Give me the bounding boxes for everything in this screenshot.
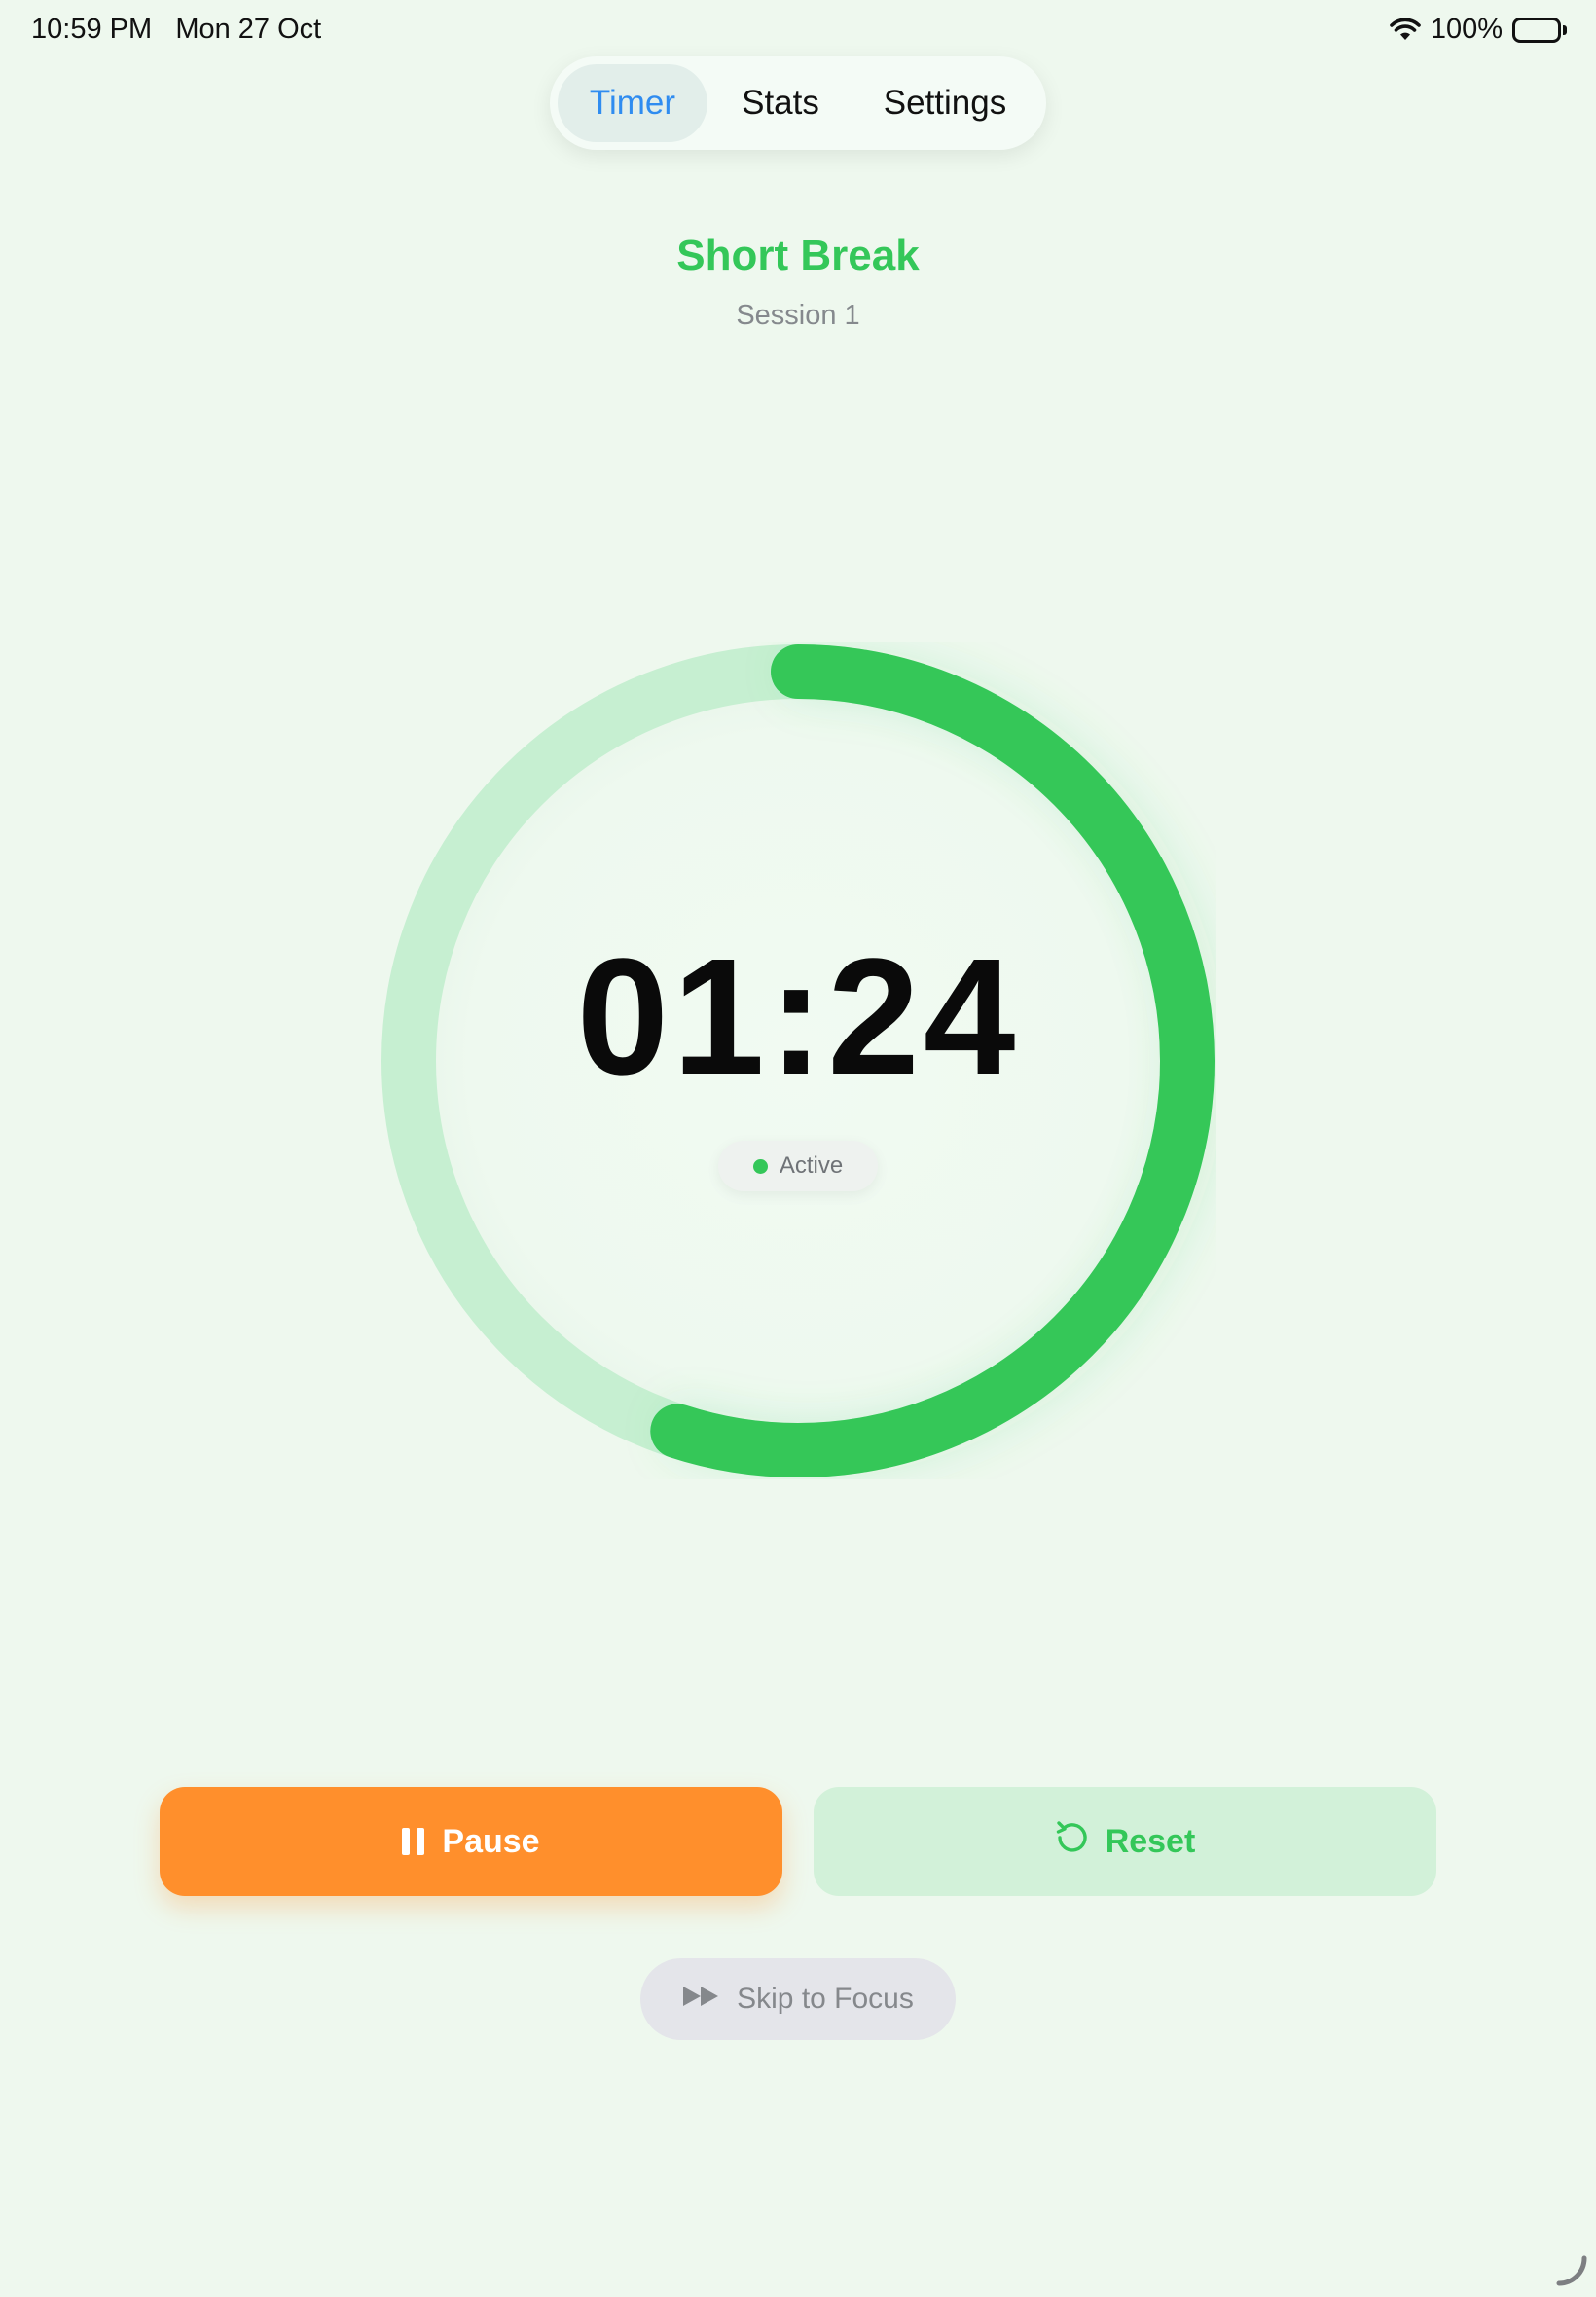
status-badge: Active bbox=[718, 1141, 878, 1191]
tab-settings[interactable]: Settings bbox=[853, 64, 1036, 142]
reset-button[interactable]: Reset bbox=[814, 1787, 1436, 1896]
tab-bar: Timer Stats Settings bbox=[550, 56, 1046, 150]
tab-timer[interactable]: Timer bbox=[558, 64, 707, 142]
battery-icon bbox=[1512, 17, 1567, 43]
status-dot bbox=[752, 1158, 768, 1174]
mode-title: Short Break bbox=[676, 232, 920, 279]
tab-stats[interactable]: Stats bbox=[707, 64, 853, 142]
session-label: Session 1 bbox=[736, 300, 860, 331]
pause-button[interactable]: Pause bbox=[160, 1787, 782, 1896]
pause-button-label: Pause bbox=[442, 1822, 540, 1860]
timer-display: 01:24 bbox=[576, 925, 1020, 1110]
corner-indicator bbox=[1553, 2254, 1588, 2289]
status-badge-label: Active bbox=[779, 1152, 844, 1179]
reset-button-label: Reset bbox=[1105, 1822, 1196, 1860]
progress-ring: 01:24 Active bbox=[380, 642, 1216, 1479]
battery-percent: 100% bbox=[1430, 14, 1503, 45]
status-clock: 10:59 PM bbox=[31, 14, 153, 45]
status-bar: 10:59 PM Mon 27 Oct 100% bbox=[0, 0, 1596, 62]
reset-icon bbox=[1055, 1820, 1088, 1864]
status-indicators: 100% bbox=[1390, 14, 1567, 46]
skip-button-label: Skip to Focus bbox=[737, 1983, 914, 2015]
status-date: Mon 27 Oct bbox=[175, 14, 322, 45]
status-time: 10:59 PM Mon 27 Oct bbox=[31, 14, 321, 46]
pause-icon bbox=[402, 1828, 425, 1855]
skip-button[interactable]: Skip to Focus bbox=[640, 1958, 956, 2040]
wifi-icon bbox=[1390, 18, 1421, 42]
fast-forward-icon bbox=[682, 1983, 721, 2016]
